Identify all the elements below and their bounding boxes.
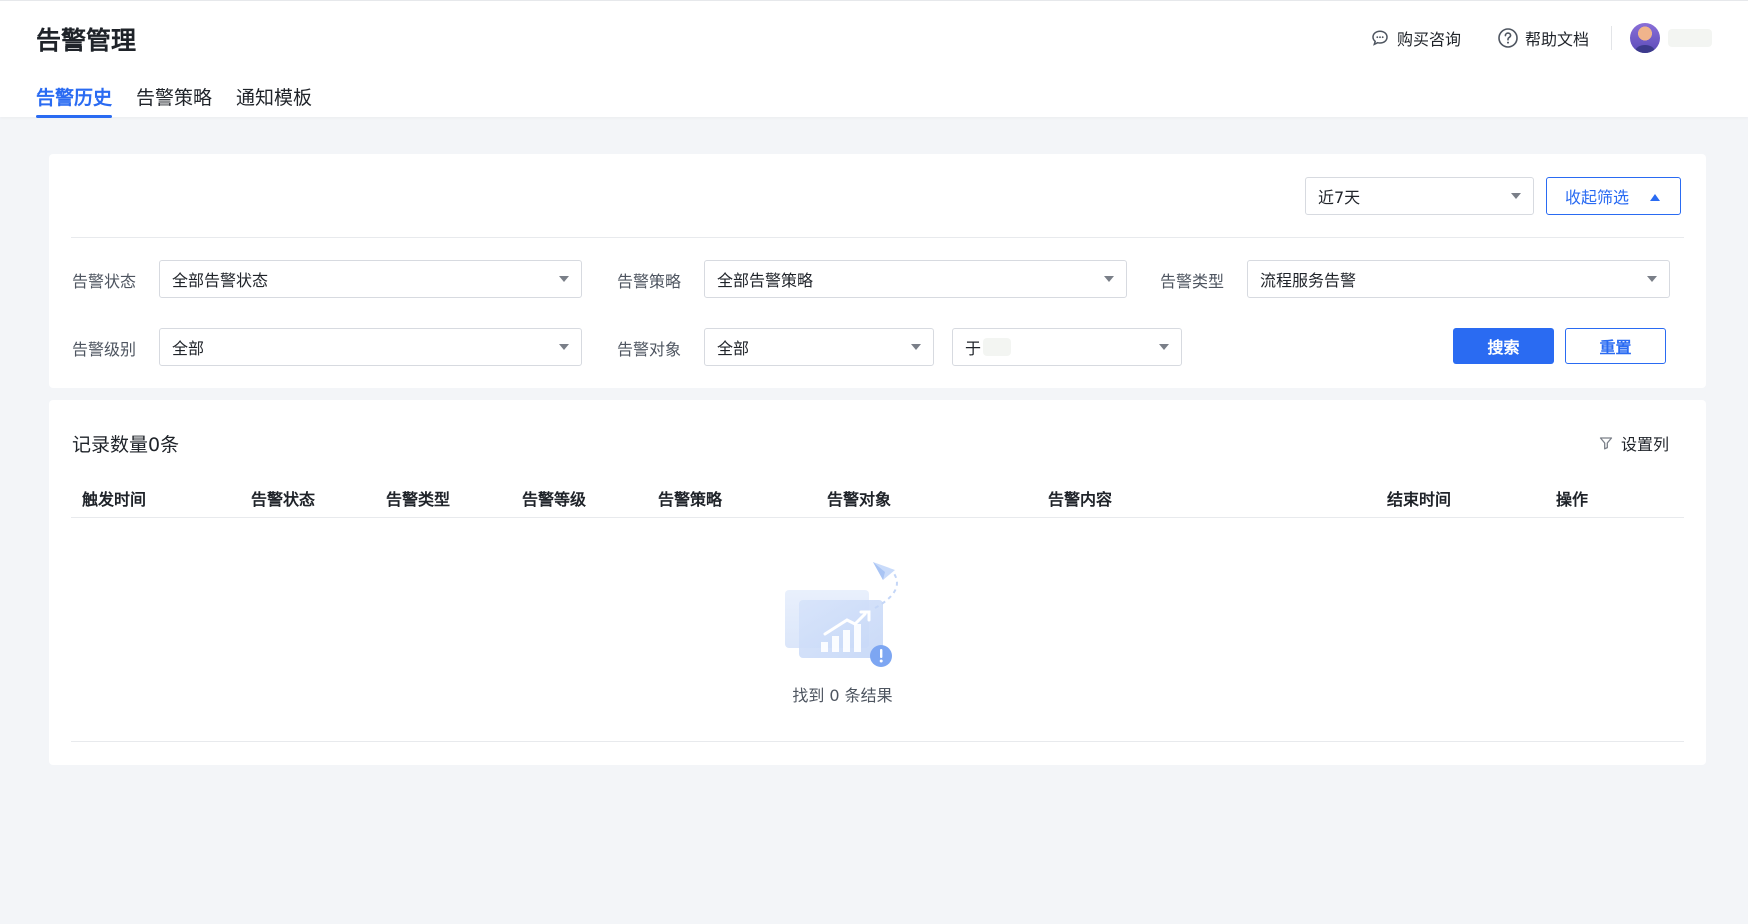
caret-up-icon: [1650, 194, 1660, 201]
table-header: 触发时间 告警状态 告警类型 告警等级 告警策略 告警对象 告警内容 结束时间 …: [71, 482, 1684, 518]
status-filter-value: 全部告警状态: [172, 271, 269, 290]
target-filter-label: 告警对象: [617, 340, 682, 359]
period-select[interactable]: 近7天: [1305, 177, 1534, 215]
collapse-filter-label: 收起筛选: [1565, 188, 1630, 207]
column-alert-level[interactable]: 告警等级: [522, 486, 586, 510]
column-alert-target[interactable]: 告警对象: [827, 486, 891, 510]
purchase-consult-link[interactable]: 购买咨询: [1369, 26, 1461, 50]
type-filter-select[interactable]: 流程服务告警: [1247, 260, 1670, 298]
column-alert-policy[interactable]: 告警策略: [658, 486, 722, 510]
level-filter-label: 告警级别: [72, 340, 137, 359]
reset-button[interactable]: 重置: [1565, 328, 1666, 364]
table-bottom-divider: [71, 741, 1684, 742]
target-sub-value: 于: [965, 339, 982, 358]
target-filter-select[interactable]: 全部: [704, 328, 934, 366]
user-avatar[interactable]: [1630, 23, 1660, 53]
page-header: 告警管理 告警历史 告警策略 通知模板 购买咨询 帮助文档: [0, 0, 1748, 118]
header-divider: [1611, 26, 1612, 50]
tab-alert-policy[interactable]: 告警策略: [136, 83, 212, 118]
column-actions[interactable]: 操作: [1556, 486, 1588, 510]
set-columns-label: 设置列: [1620, 435, 1669, 454]
chevron-down-icon: [1159, 344, 1169, 350]
column-alert-status[interactable]: 告警状态: [251, 486, 315, 510]
purchase-consult-label: 购买咨询: [1396, 30, 1461, 49]
column-alert-type[interactable]: 告警类型: [386, 486, 450, 510]
level-filter-value: 全部: [172, 339, 205, 358]
target-filter-value: 全部: [717, 339, 750, 358]
column-end-time[interactable]: 结束时间: [1387, 486, 1451, 510]
collapse-filter-button[interactable]: 收起筛选: [1546, 177, 1681, 215]
tab-notify-template[interactable]: 通知模板: [236, 83, 312, 118]
policy-filter-value: 全部告警策略: [717, 271, 814, 290]
redacted-text: [983, 338, 1012, 356]
type-filter-value: 流程服务告警: [1260, 271, 1357, 290]
record-count: 记录数量0条: [72, 434, 180, 456]
chevron-down-icon: [1104, 276, 1114, 282]
empty-state: 找到 0 条结果: [49, 558, 1706, 706]
status-filter-select[interactable]: 全部告警状态: [159, 260, 582, 298]
empty-state-text: 找到 0 条结果: [792, 686, 893, 705]
tab-alert-history[interactable]: 告警历史: [36, 83, 113, 118]
type-filter-label: 告警类型: [1160, 272, 1225, 291]
help-docs-label: 帮助文档: [1524, 30, 1589, 49]
chevron-down-icon: [1511, 193, 1521, 199]
policy-filter-select[interactable]: 全部告警策略: [704, 260, 1127, 298]
chat-bubble-icon: [1369, 27, 1391, 49]
filter-funnel-icon: [1599, 436, 1613, 450]
question-circle-icon: [1497, 27, 1519, 49]
search-button[interactable]: 搜索: [1453, 328, 1554, 364]
results-panel: 记录数量0条 设置列 触发时间 告警状态 告警类型 告警等级 告警策略 告警对象…: [49, 400, 1706, 765]
target-sub-select[interactable]: 于: [952, 328, 1182, 366]
help-docs-link[interactable]: 帮助文档: [1497, 26, 1589, 50]
page-title: 告警管理: [36, 26, 137, 55]
header-actions: 购买咨询 帮助文档: [1369, 23, 1712, 53]
filter-panel: 近7天 收起筛选 告警状态 全部告警状态 告警策略 全部告警策略 告警类型 流程…: [49, 154, 1706, 388]
policy-filter-label: 告警策略: [617, 272, 682, 291]
set-columns-button[interactable]: 设置列: [1599, 431, 1669, 455]
username-redacted[interactable]: [1668, 29, 1712, 47]
chevron-down-icon: [559, 276, 569, 282]
column-alert-content[interactable]: 告警内容: [1048, 486, 1112, 510]
empty-results-illustration: [784, 562, 898, 667]
filter-divider: [71, 237, 1684, 238]
period-value: 近7天: [1318, 188, 1361, 207]
tab-bar: 告警历史 告警策略 通知模板: [36, 83, 336, 118]
chevron-down-icon: [1647, 276, 1657, 282]
chevron-down-icon: [559, 344, 569, 350]
chevron-down-icon: [911, 344, 921, 350]
status-filter-label: 告警状态: [72, 272, 137, 291]
column-trigger-time[interactable]: 触发时间: [82, 486, 146, 510]
level-filter-select[interactable]: 全部: [159, 328, 582, 366]
